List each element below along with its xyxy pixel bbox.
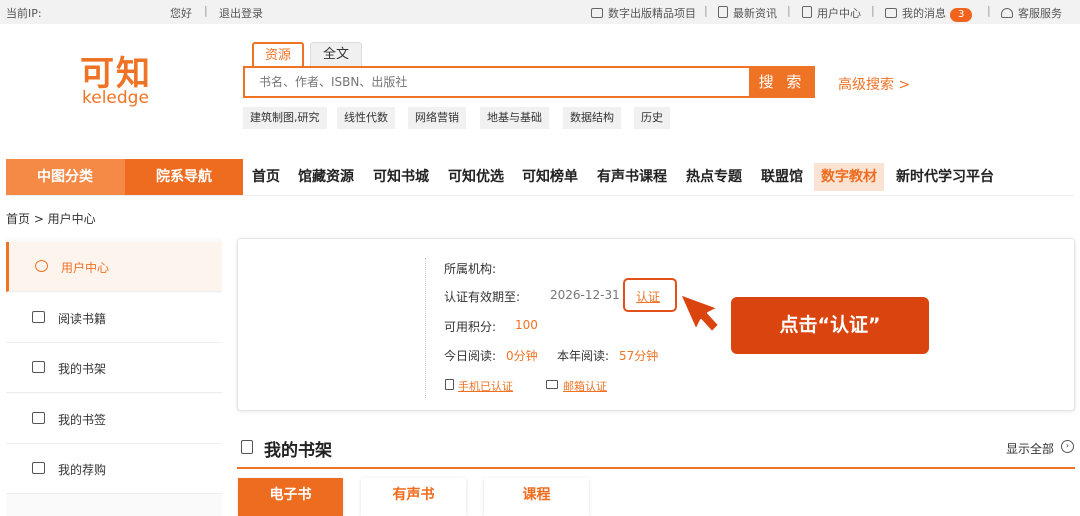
separator: | xyxy=(987,4,991,17)
logo-english[interactable]: keledge xyxy=(82,88,149,108)
user-icon xyxy=(35,260,48,272)
sidebar-item-bookshelf[interactable]: 我的书架 xyxy=(6,343,222,393)
logout-link[interactable]: 退出登录 xyxy=(219,5,263,21)
nav-item-selection[interactable]: 可知优选 xyxy=(448,163,504,191)
news-link[interactable]: 最新资讯 xyxy=(718,5,777,21)
today-reading-value: 0分钟 xyxy=(506,349,538,363)
points-label: 可用积分: xyxy=(444,320,497,334)
institution-label: 所属机构: xyxy=(444,262,497,276)
book-stack-icon xyxy=(32,311,45,323)
nav-item-learning-platform[interactable]: 新时代学习平台 xyxy=(896,163,994,191)
customer-service-link[interactable]: 客服服务 xyxy=(1001,5,1062,21)
verify-link[interactable]: 认证 xyxy=(636,288,660,305)
hot-tag[interactable]: 建筑制图,研究 xyxy=(243,107,327,129)
hot-tag[interactable]: 地基与基础 xyxy=(480,107,549,129)
monitor-icon xyxy=(591,8,603,18)
year-reading-value: 57分钟 xyxy=(619,349,659,363)
ip-label: 当前IP: xyxy=(6,7,42,20)
breadcrumb[interactable]: 首页 > 用户中心 xyxy=(6,210,96,227)
search-button[interactable]: 搜 索 xyxy=(749,66,815,98)
nav-item-bookstore[interactable]: 可知书城 xyxy=(373,163,429,191)
year-reading-label: 本年阅读: xyxy=(557,349,610,363)
expiry-label: 认证有效期至: xyxy=(444,290,521,304)
separator: | xyxy=(704,4,708,17)
user-doc-icon xyxy=(802,6,812,18)
bookmark-icon xyxy=(32,412,45,424)
message-count-badge: 3 xyxy=(950,8,973,22)
chevron-right-circle-icon[interactable]: › xyxy=(1061,440,1074,453)
bookshelf-title: 我的书架 xyxy=(264,441,332,461)
search-input[interactable] xyxy=(243,66,750,98)
click-verify-callout: 点击“认证” xyxy=(731,297,929,354)
hot-tag[interactable]: 历史 xyxy=(634,107,670,129)
top-bar: 当前IP: 您好 | 退出登录 数字出版精品项目 | 最新资讯 | 用户中心 |… xyxy=(0,0,1080,24)
sidebar-item-user-center[interactable]: 用户中心 xyxy=(6,242,222,292)
email-verify-link[interactable]: 邮箱认证 xyxy=(563,378,607,394)
category-nav: 中图分类 院系导航 xyxy=(6,159,243,195)
hot-tag[interactable]: 线性代数 xyxy=(337,107,395,129)
nav-item-hot-topics[interactable]: 热点专题 xyxy=(686,163,742,191)
messages-link[interactable]: 我的消息 3 xyxy=(885,5,973,22)
pointer-arrow-icon xyxy=(679,293,720,333)
phone-verified-link[interactable]: 手机已认证 xyxy=(458,378,513,394)
sidebar-item-label: 我的书架 xyxy=(58,362,107,376)
tab-ebooks[interactable]: 电子书 xyxy=(238,478,343,516)
separator: | xyxy=(204,4,208,17)
show-all-link[interactable]: 显示全部 xyxy=(1006,440,1054,457)
card-divider xyxy=(425,258,426,398)
sidebar-item-label: 我的书签 xyxy=(58,413,107,427)
sidebar-item-label: 用户中心 xyxy=(61,261,110,275)
nav-item-collection[interactable]: 馆藏资源 xyxy=(298,163,354,191)
hot-tag[interactable]: 网络营销 xyxy=(408,107,466,129)
nav-item-rankings[interactable]: 可知榜单 xyxy=(522,163,578,191)
advanced-search-link[interactable]: 高级搜索 > xyxy=(838,74,910,94)
bookshelf-icon xyxy=(241,440,253,454)
bookshelf-divider xyxy=(237,467,1075,469)
search-tab-resources[interactable]: 资源 xyxy=(252,42,304,68)
sidebar-item-label: 阅读书籍 xyxy=(58,312,107,326)
points-value: 100 xyxy=(515,318,538,332)
phone-icon xyxy=(445,379,454,390)
separator: | xyxy=(787,4,791,17)
nav-item-alliance[interactable]: 联盟馆 xyxy=(761,163,803,191)
user-center-link[interactable]: 用户中心 xyxy=(802,5,861,21)
tab-audiobooks[interactable]: 有声书 xyxy=(361,478,466,516)
message-icon xyxy=(885,8,897,18)
search-tab-fulltext[interactable]: 全文 xyxy=(310,42,362,68)
tab-courses[interactable]: 课程 xyxy=(484,478,589,516)
sidebar-item-bookmarks[interactable]: 我的书签 xyxy=(6,394,222,444)
headset-icon xyxy=(1001,8,1013,18)
sidebar-item-label: 我的荐购 xyxy=(58,463,107,477)
nav-department[interactable]: 院系导航 xyxy=(125,159,243,195)
today-reading-label: 今日阅读: xyxy=(444,349,497,363)
nav-item-home[interactable]: 首页 xyxy=(252,163,280,191)
document-icon xyxy=(718,6,728,18)
open-book-icon xyxy=(32,361,45,373)
hot-tag[interactable]: 数据结构 xyxy=(563,107,621,129)
nav-category-classification[interactable]: 中图分类 xyxy=(6,159,124,195)
sidebar-item-recommendations[interactable]: 我的荐购 xyxy=(6,444,222,494)
nav-item-audio-courses[interactable]: 有声书课程 xyxy=(597,163,667,191)
nav-divider xyxy=(6,195,1074,196)
greeting-link[interactable]: 您好 xyxy=(170,5,192,21)
thumbs-up-icon xyxy=(32,462,45,474)
nav-item-digital-textbook[interactable]: 数字教材 xyxy=(814,163,884,191)
expiry-value: 2026-12-31 xyxy=(550,288,620,302)
mail-icon xyxy=(546,380,558,389)
sidebar-item-reading[interactable]: 阅读书籍 xyxy=(6,293,222,343)
separator: | xyxy=(871,4,875,17)
profile-card xyxy=(237,238,1075,411)
digital-publishing-link[interactable]: 数字出版精品项目 xyxy=(591,5,696,21)
